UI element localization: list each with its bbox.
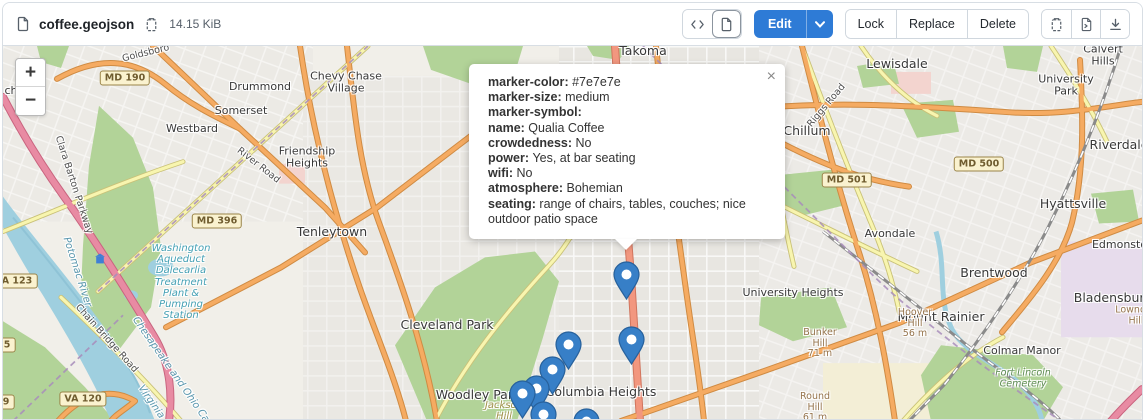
zoom-in-button[interactable]: + <box>16 59 45 87</box>
file-header: coffee.geojson 14.15 KiB Edit <box>3 3 1142 46</box>
file-name: coffee.geojson <box>39 17 134 32</box>
lock-button[interactable]: Lock <box>846 10 896 38</box>
zoom-control: + − <box>15 58 46 116</box>
view-toggle-group <box>682 9 742 39</box>
raw-file-icon <box>1079 17 1094 32</box>
popup-close-button[interactable]: × <box>765 67 778 87</box>
edit-button[interactable]: Edit <box>754 10 806 38</box>
clipboard-icon <box>1049 17 1064 32</box>
close-icon: × <box>767 68 776 85</box>
file-icon <box>15 16 31 32</box>
source-view-button[interactable] <box>683 10 712 38</box>
map-canvas[interactable]: TakomaChevy Chase VillageDrummondSomerse… <box>3 46 1142 420</box>
file-actions-group: Lock Replace Delete <box>845 9 1029 39</box>
delete-button[interactable]: Delete <box>967 10 1028 38</box>
popup-field: nameQualia Coffee <box>488 121 763 136</box>
file-tools-group <box>1041 9 1130 39</box>
edit-dropdown-button[interactable] <box>806 10 833 38</box>
popup-tail <box>615 239 637 250</box>
copy-contents-button[interactable] <box>1042 10 1071 38</box>
document-icon <box>719 17 734 32</box>
zoom-out-button[interactable]: − <box>16 87 45 115</box>
clipboard-icon <box>144 17 159 32</box>
map-marker[interactable] <box>613 261 640 305</box>
rendered-view-button[interactable] <box>712 10 741 38</box>
raw-file-button[interactable] <box>1071 10 1100 38</box>
map-marker[interactable] <box>530 401 557 420</box>
popup-field: crowdednessNo <box>488 136 763 151</box>
popup-field: wifiNo <box>488 166 763 181</box>
feature-popup: × marker-color#7e7e7e marker-sizemedium … <box>469 64 785 239</box>
file-size: 14.15 KiB <box>169 17 221 31</box>
download-button[interactable] <box>1100 10 1129 38</box>
popup-field: marker-color#7e7e7e <box>488 75 763 90</box>
popup-field: marker-symbol <box>488 105 763 120</box>
popup-field: seatingrange of chairs, tables, couches;… <box>488 197 763 227</box>
map-marker[interactable] <box>618 326 645 370</box>
chevron-down-icon <box>815 21 825 28</box>
download-icon <box>1108 17 1123 32</box>
replace-button[interactable]: Replace <box>896 10 967 38</box>
popup-field: atmosphereBohemian <box>488 181 763 196</box>
popup-field: powerYes, at bar seating <box>488 151 763 166</box>
map-marker[interactable] <box>573 408 600 420</box>
edit-split-button: Edit <box>754 10 833 38</box>
copy-filename-button[interactable] <box>142 15 161 34</box>
file-viewer: coffee.geojson 14.15 KiB Edit <box>2 2 1143 420</box>
code-icon <box>690 17 705 32</box>
popup-field: marker-sizemedium <box>488 90 763 105</box>
